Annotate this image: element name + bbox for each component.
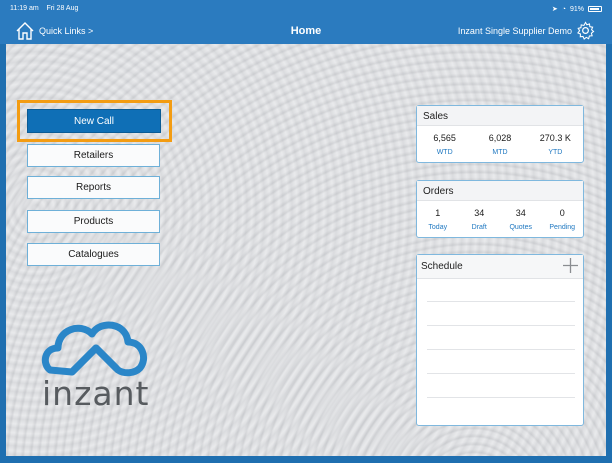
status-time: 11:19 am [10,5,39,12]
reports-button[interactable]: Reports [27,176,160,199]
schedule-row-divider [427,301,575,302]
status-datetime: 11:19 am Fri 28 Aug [10,5,78,12]
stat-label: MTD [492,149,508,156]
stat-label: Draft [471,224,487,231]
sales-stats: 6,565 WTD 6,028 MTD 270.3 K YTD [417,126,583,162]
status-bar: 11:19 am Fri 28 Aug ➤ ◔ 91% [0,0,612,18]
stat-value: 270.3 K [539,133,571,143]
home-icon[interactable] [15,21,35,41]
stat-label: WTD [436,149,453,156]
orders-panel[interactable]: Orders 1 Today 34 Draft 34 Quotes 0 Pend… [416,180,584,238]
orders-stat-today: 1 Today [417,201,459,237]
orders-stat-quotes: 34 Quotes [500,201,542,237]
orders-stat-pending: 0 Pending [542,201,584,237]
schedule-panel: Schedule [416,254,584,426]
home-content: New Call Retailers Reports Products Cata… [6,44,606,456]
schedule-row-divider [427,349,575,350]
battery-icon [588,6,602,12]
sales-stat-wtd: 6,565 WTD [417,126,472,162]
stat-label: Today [428,224,448,231]
schedule-row-divider [427,373,575,374]
stat-value: 1 [435,208,441,218]
nav-bar: Quick Links > Home Inzant Single Supplie… [0,18,612,44]
sales-panel[interactable]: Sales 6,565 WTD 6,028 MTD 270.3 K YTD [416,105,584,163]
stat-value: 34 [474,208,485,218]
sales-title: Sales [417,106,583,126]
stat-label: YTD [548,149,563,156]
stat-label: Quotes [509,224,533,231]
page-title: Home [290,25,322,37]
orders-title: Orders [417,181,583,201]
gear-icon[interactable] [576,21,595,40]
schedule-title: Schedule [421,261,463,272]
schedule-row-divider [427,397,575,398]
new-call-button[interactable]: New Call [27,109,161,133]
sales-stat-mtd: 6,028 MTD [472,126,527,162]
battery-percent: 91% [569,5,584,13]
app-frame: 11:19 am Fri 28 Aug ➤ ◔ 91% Quick Links … [0,0,612,463]
inzant-wordmark: inzant [42,374,150,413]
wifi-icon: ◔ [561,5,566,13]
stat-value: 34 [515,208,526,218]
tenant-name: Inzant Single Supplier Demo [457,26,572,36]
stat-label: Pending [549,224,576,231]
quick-links-link[interactable]: Quick Links > [39,26,93,36]
sales-stat-ytd: 270.3 K YTD [528,126,583,162]
retailers-button[interactable]: Retailers [27,144,160,167]
location-icon: ➤ [551,6,558,13]
orders-stat-draft: 34 Draft [459,201,501,237]
stat-value: 6,028 [488,133,512,143]
add-icon[interactable] [562,257,579,274]
stat-value: 6,565 [433,133,456,143]
status-date: Fri 28 Aug [46,5,79,12]
schedule-header: Schedule [417,255,583,279]
stat-value: 0 [559,208,565,218]
orders-stats: 1 Today 34 Draft 34 Quotes 0 Pending [417,201,583,237]
status-indicators: ➤ ◔ 91% [552,5,602,13]
catalogues-button[interactable]: Catalogues [27,243,160,266]
products-button[interactable]: Products [27,210,160,233]
schedule-row-divider [427,325,575,326]
